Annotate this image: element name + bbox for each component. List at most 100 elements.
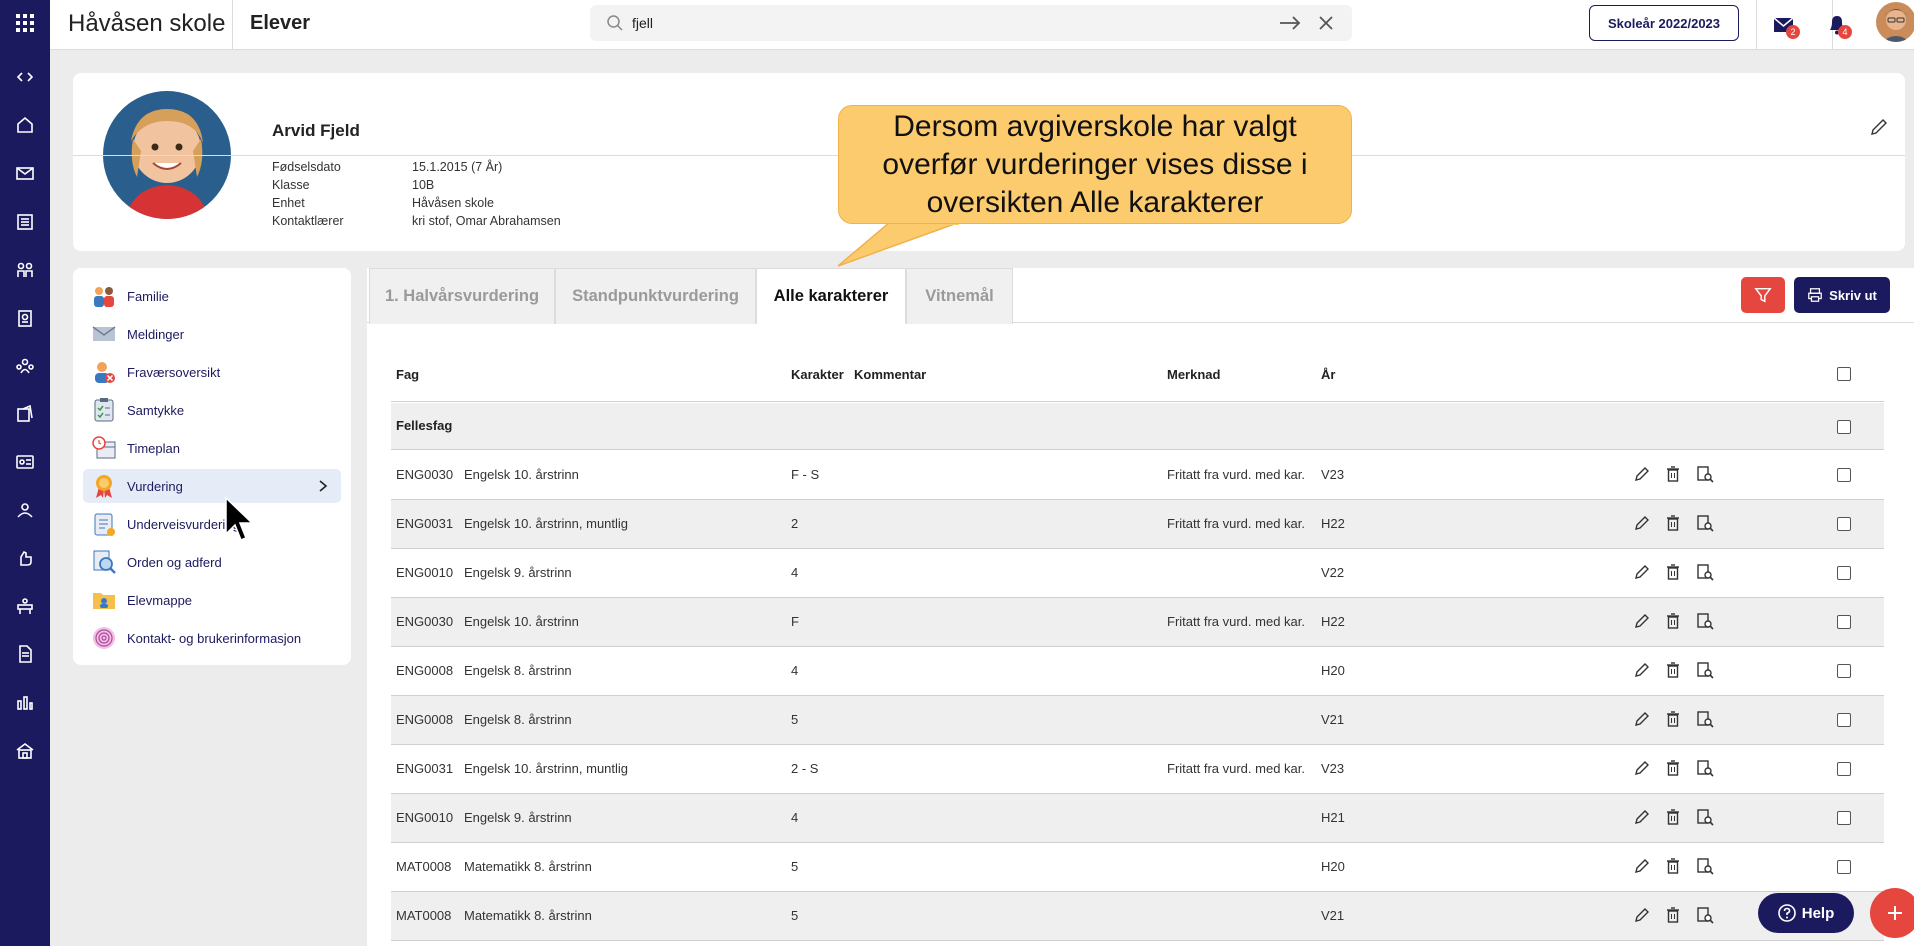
document-icon[interactable]	[11, 640, 39, 668]
notifications-button[interactable]: 4	[1822, 11, 1852, 39]
delete-trash-icon[interactable]	[1664, 808, 1682, 826]
row-checkbox[interactable]	[1837, 615, 1851, 629]
table-row[interactable]: ENG0008 Engelsk 8. årstrinn 4 H20	[391, 647, 1884, 696]
row-checkbox[interactable]	[1837, 860, 1851, 874]
add-button[interactable]	[1870, 888, 1914, 938]
table-row[interactable]: MAT0008 Matematikk 8. årstrinn 5 H20	[391, 843, 1884, 892]
view-document-icon[interactable]	[1696, 808, 1714, 826]
students-group-icon[interactable]	[11, 256, 39, 284]
hand-raise-icon[interactable]	[11, 544, 39, 572]
edit-pencil-icon[interactable]	[1633, 906, 1651, 924]
edit-pencil-icon[interactable]	[1633, 661, 1651, 679]
apps-grid-icon[interactable]	[11, 9, 39, 37]
edit-pencil-icon[interactable]	[1633, 759, 1651, 777]
table-row[interactable]: ENG0010 Engelsk 9. årstrinn 4 V22	[391, 549, 1884, 598]
view-document-icon[interactable]	[1696, 612, 1714, 630]
delete-trash-icon[interactable]	[1664, 563, 1682, 581]
edit-pencil-icon[interactable]	[1633, 612, 1651, 630]
tab-vitnemal[interactable]: Vitnemål	[906, 268, 1013, 324]
tab-standpunktvurdering[interactable]: Standpunktvurdering	[555, 268, 756, 324]
table-header: Fag Karakter Kommentar Merknad År	[391, 357, 1884, 402]
view-document-icon[interactable]	[1696, 857, 1714, 875]
menu-item-fravaersoversikt[interactable]: Fraværsoversikt	[83, 355, 341, 389]
row-checkbox[interactable]	[1837, 762, 1851, 776]
table-row[interactable]: ENG0030 Engelsk 10. årstrinn F Fritatt fra …	[391, 598, 1884, 647]
submit-arrow-icon[interactable]	[1278, 13, 1302, 33]
row-checkbox[interactable]	[1837, 468, 1851, 482]
delete-trash-icon[interactable]	[1664, 857, 1682, 875]
mail-icon[interactable]	[11, 159, 39, 187]
edit-pencil-icon[interactable]	[1633, 465, 1651, 483]
expand-collapse-icon[interactable]	[11, 63, 39, 91]
edit-pencil-icon[interactable]	[1633, 808, 1651, 826]
table-row[interactable]: MAT0008 Matematikk 8. årstrinn 5 V21	[391, 892, 1884, 941]
clear-search-icon[interactable]	[1316, 13, 1336, 33]
delete-trash-icon[interactable]	[1664, 514, 1682, 532]
view-document-icon[interactable]	[1696, 661, 1714, 679]
view-document-icon[interactable]	[1696, 465, 1714, 483]
delete-trash-icon[interactable]	[1664, 710, 1682, 728]
menu-item-samtykke[interactable]: Samtykke	[83, 393, 341, 427]
select-all-checkbox[interactable]	[1837, 367, 1851, 381]
user-avatar[interactable]	[1876, 2, 1914, 42]
classroom-icon[interactable]	[11, 592, 39, 620]
edit-pencil-icon[interactable]	[1633, 563, 1651, 581]
row-checkbox[interactable]	[1837, 811, 1851, 825]
view-document-icon[interactable]	[1696, 906, 1714, 924]
view-document-icon[interactable]	[1696, 759, 1714, 777]
row-checkbox[interactable]	[1837, 664, 1851, 678]
menu-item-kontakt-og-brukerinformasjon[interactable]: Kontakt- og brukerinformasjon	[83, 621, 341, 655]
edit-pencil-icon[interactable]	[1633, 514, 1651, 532]
assignment-icon[interactable]	[11, 400, 39, 428]
messages-button[interactable]: 2	[1770, 12, 1800, 39]
table-row[interactable]: ENG0030 Engelsk 10. årstrinn F - S Fritatt …	[391, 451, 1884, 500]
people-network-icon[interactable]	[11, 352, 39, 380]
column-header-kommentar[interactable]: Kommentar	[854, 367, 926, 382]
teacher-icon[interactable]	[11, 496, 39, 524]
mouse-cursor-icon	[225, 496, 254, 541]
id-card-icon[interactable]	[11, 448, 39, 476]
school-year-button[interactable]: Skoleår 2022/2023	[1589, 5, 1739, 41]
row-checkbox[interactable]	[1837, 566, 1851, 580]
delete-trash-icon[interactable]	[1664, 759, 1682, 777]
table-row[interactable]: ENG0031 Engelsk 10. årstrinn, muntlig 2 Fri…	[391, 500, 1884, 549]
delete-trash-icon[interactable]	[1664, 661, 1682, 679]
menu-item-familie[interactable]: Familie	[83, 279, 341, 313]
row-checkbox[interactable]	[1837, 713, 1851, 727]
menu-item-timeplan[interactable]: Timeplan	[83, 431, 341, 465]
bar-chart-icon[interactable]	[11, 688, 39, 716]
menu-item-meldinger[interactable]: Meldinger	[83, 317, 341, 351]
delete-trash-icon[interactable]	[1664, 465, 1682, 483]
menu-item-vurdering[interactable]: Vurdering	[83, 469, 341, 503]
menu-item-underveisvurdering[interactable]: Underveisvurdering	[83, 507, 341, 541]
table-row[interactable]: ENG0010 Engelsk 9. årstrinn 4 H21	[391, 794, 1884, 843]
table-row[interactable]: ENG0031 Engelsk 10. årstrinn, muntlig 2 - …	[391, 745, 1884, 794]
menu-item-orden-og-adferd[interactable]: Orden og adferd	[83, 545, 341, 579]
tab-alle-karakterer[interactable]: Alle karakterer	[756, 268, 906, 324]
help-button[interactable]: Help	[1758, 893, 1854, 933]
delete-trash-icon[interactable]	[1664, 612, 1682, 630]
group-checkbox[interactable]	[1837, 420, 1851, 434]
newspaper-icon[interactable]	[11, 208, 39, 236]
menu-item-elevmappe[interactable]: Elevmappe	[83, 583, 341, 617]
edit-profile-pencil-icon[interactable]	[1869, 117, 1889, 137]
view-document-icon[interactable]	[1696, 514, 1714, 532]
print-button[interactable]: Skriv ut	[1794, 277, 1890, 313]
school-building-icon[interactable]	[11, 736, 39, 764]
edit-pencil-icon[interactable]	[1633, 710, 1651, 728]
column-header-karakter[interactable]: Karakter	[791, 367, 844, 382]
delete-trash-icon[interactable]	[1664, 906, 1682, 924]
edit-pencil-icon[interactable]	[1633, 857, 1651, 875]
tab-halvarsvurdering[interactable]: 1. Halvårsvurdering	[369, 268, 555, 324]
badge-id-icon[interactable]	[11, 304, 39, 332]
column-header-merknad[interactable]: Merknad	[1167, 367, 1220, 382]
column-header-aar[interactable]: År	[1321, 367, 1335, 382]
filter-button[interactable]	[1741, 277, 1785, 313]
row-checkbox[interactable]	[1837, 517, 1851, 531]
column-header-fag[interactable]: Fag	[396, 367, 419, 382]
view-document-icon[interactable]	[1696, 563, 1714, 581]
view-document-icon[interactable]	[1696, 710, 1714, 728]
search-input[interactable]	[632, 11, 1212, 35]
table-row[interactable]: ENG0008 Engelsk 8. årstrinn 5 V21	[391, 696, 1884, 745]
home-icon[interactable]	[11, 111, 39, 139]
